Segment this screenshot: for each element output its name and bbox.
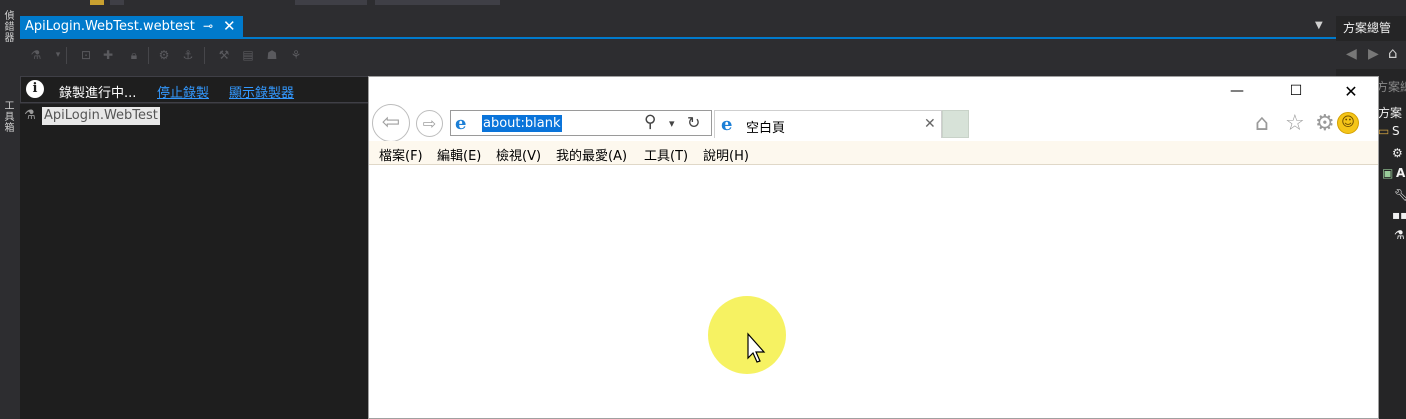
menu-tools[interactable]: 工具(T) <box>644 145 688 164</box>
tree-root-node[interactable]: ⚗ ApiLogin.WebTest <box>24 107 160 125</box>
ie-logo-icon: e <box>455 113 467 134</box>
home-icon[interactable]: ⌂ <box>1388 44 1398 62</box>
add-recording-icon[interactable]: ⚗ <box>28 48 44 62</box>
menu-help[interactable]: 說明(H) <box>703 145 749 164</box>
new-tab-button[interactable] <box>942 110 969 138</box>
top-toolbar-partial <box>20 0 1336 7</box>
forward-button[interactable]: ⇨ <box>416 110 443 137</box>
maximize-button[interactable]: ☐ <box>1286 83 1306 99</box>
recording-status: 錄製進行中... <box>59 86 137 101</box>
tab-dropdown-icon[interactable]: ▼ <box>1315 20 1323 31</box>
close-icon[interactable]: ✕ <box>223 17 236 35</box>
show-recorder-link[interactable]: 顯示錄製器 <box>229 82 294 101</box>
toolbar-combo-partial[interactable] <box>295 0 367 5</box>
toolbar-combo-partial[interactable] <box>375 0 500 5</box>
feedback-smiley-icon[interactable]: ☺ <box>1337 112 1359 134</box>
stop-recording-link[interactable]: 停止錄製 <box>157 82 209 101</box>
wrench-icon: 🔧︎ <box>1394 188 1406 202</box>
solution-search-partial[interactable]: 方案總 <box>1376 78 1406 95</box>
add-request-icon[interactable]: ⊡ <box>78 48 94 62</box>
lock-icon[interactable]: 🔒︎ <box>126 48 142 62</box>
favorites-star-icon[interactable]: ☆ <box>1285 111 1305 136</box>
menu-favorites[interactable]: 我的最愛(A) <box>556 145 627 164</box>
solution-explorer-title: 方案總管 <box>1343 21 1392 35</box>
refresh-icon[interactable]: ↻ <box>687 113 700 132</box>
toolbar-icon-partial[interactable] <box>90 0 104 5</box>
back-icon[interactable]: ◀ <box>1346 46 1357 62</box>
parameterize-icon[interactable]: ⚙ <box>156 48 172 62</box>
close-window-button[interactable]: ✕ <box>1341 82 1361 101</box>
mouse-cursor-icon <box>747 332 766 363</box>
search-icon[interactable]: ⚲ <box>644 112 656 132</box>
browser-tab-blank[interactable]: e 空白頁 ✕ <box>714 110 942 138</box>
tab-close-icon[interactable]: ✕ <box>924 116 936 132</box>
menu-file[interactable]: 檔案(F) <box>379 145 423 164</box>
ie-browser-window: — ☐ ✕ ⇦ ⇨ e about:blank ⚲ ▾ ↻ e 空白頁 ✕ ⌂ … <box>368 76 1379 419</box>
home-icon[interactable]: ⌂ <box>1255 111 1269 136</box>
back-button[interactable]: ⇦ <box>372 104 410 142</box>
address-bar[interactable]: e about:blank ⚲ ▾ ↻ <box>450 110 712 136</box>
ie-logo-icon: e <box>721 114 733 135</box>
toolbar-separator <box>204 47 205 64</box>
document-tab-webtest[interactable]: ApiLogin.WebTest.webtest ⊸ ✕ <box>20 16 243 37</box>
solution-explorer-toolbar: ◀ ▶ ⌂ <box>1336 41 1406 69</box>
browser-tab-label: 空白頁 <box>746 121 786 136</box>
cursor-highlight <box>708 296 786 374</box>
chevron-down-icon[interactable]: ▾ <box>50 48 66 62</box>
info-icon: i <box>26 80 44 98</box>
menu-bar: 檔案(F) 編輯(E) 檢視(V) 我的最愛(A) 工具(T) 說明(H) <box>369 141 1378 165</box>
pin-icon[interactable]: ⊸ <box>203 19 213 33</box>
toolbar-separator <box>66 47 67 64</box>
address-input[interactable]: about:blank <box>482 115 562 132</box>
menu-view[interactable]: 檢視(V) <box>496 145 541 164</box>
gear-icon: ⚙ <box>1392 146 1403 160</box>
folder-icon: ▭ <box>1378 124 1390 138</box>
vertical-tab-toolbox[interactable]: 工具箱 <box>1 100 15 133</box>
toolbar-separator <box>148 47 149 64</box>
project-icon: ▣ <box>1382 166 1394 180</box>
webtest-file-icon: ⚗ <box>1394 228 1405 242</box>
menu-edit[interactable]: 編輯(E) <box>437 145 481 164</box>
add-plugin-icon[interactable]: ✚ <box>100 48 116 62</box>
generate-code-icon[interactable]: ⚒ <box>216 48 232 62</box>
gear-icon[interactable]: ⚙ <box>1315 111 1335 136</box>
webtest-icon: ⚗ <box>24 108 36 123</box>
document-tab-title: ApiLogin.WebTest.webtest <box>25 19 195 34</box>
minimize-button[interactable]: — <box>1227 83 1247 99</box>
tab-underline <box>20 37 1336 39</box>
performance-icon[interactable]: ⚘ <box>288 48 304 62</box>
left-dock-strip: 偵錯器 工具箱 <box>0 0 20 419</box>
chevron-down-icon[interactable]: ▾ <box>669 117 675 130</box>
webtest-tree: ⚗ ApiLogin.WebTest <box>20 104 368 419</box>
solution-item-a[interactable]: A <box>1396 166 1405 180</box>
webtest-toolbar: ⚗ ▾ ⊡ ✚ 🔒︎ ⚙ ⚓ ⚒ ▤ ☗ ⚘ <box>20 40 1336 72</box>
solution-node-partial[interactable]: 方案 <box>1378 104 1402 121</box>
credentials-icon[interactable]: ☗ <box>264 48 280 62</box>
references-icon: ▪▪ <box>1392 208 1406 222</box>
toolbar-icon-partial[interactable] <box>110 0 124 5</box>
vertical-tab-debugger[interactable]: 偵錯器 <box>1 10 15 43</box>
tree-root-label: ApiLogin.WebTest <box>42 107 160 125</box>
extract-icon[interactable]: ⚓ <box>180 48 196 62</box>
forward-icon[interactable]: ▶ <box>1368 46 1379 62</box>
solution-item-s[interactable]: S <box>1392 124 1400 138</box>
data-source-icon[interactable]: ▤ <box>240 48 256 62</box>
